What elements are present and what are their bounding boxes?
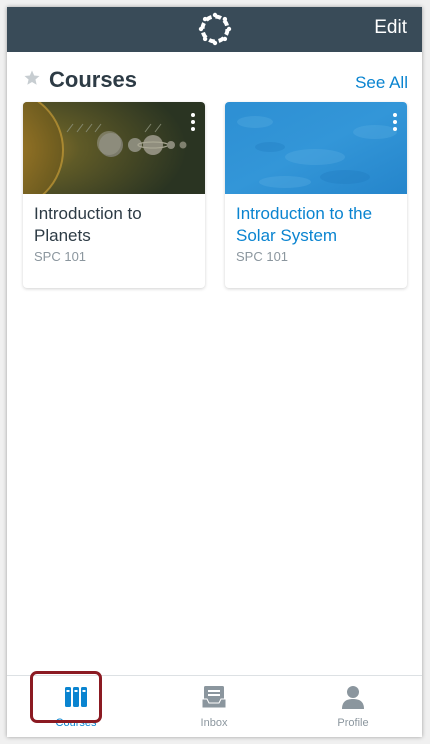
tab-profile-label: Profile bbox=[337, 717, 369, 729]
courses-tab-highlight-annotation bbox=[30, 671, 102, 723]
section-title: Courses bbox=[49, 67, 138, 92]
see-all-link[interactable]: See All bbox=[355, 73, 408, 93]
course-image-planets bbox=[23, 102, 205, 194]
tab-inbox[interactable]: Inbox bbox=[145, 676, 283, 737]
course-code: SPC 101 bbox=[236, 249, 289, 264]
canvas-logo-icon bbox=[198, 12, 232, 46]
tab-profile[interactable]: Profile bbox=[284, 676, 422, 737]
inbox-icon bbox=[201, 686, 227, 709]
course-title: Introduction to Planets bbox=[34, 204, 142, 245]
tab-inbox-label: Inbox bbox=[200, 717, 228, 729]
course-title: Introduction to the Solar System bbox=[236, 204, 373, 245]
course-code: SPC 101 bbox=[34, 249, 87, 264]
top-navigation-bar: Edit bbox=[7, 7, 422, 52]
course-options-menu-icon[interactable] bbox=[187, 112, 199, 132]
course-card[interactable]: Introduction to Planets SPC 101 bbox=[23, 102, 205, 288]
course-card[interactable]: Introduction to the Solar System SPC 101 bbox=[225, 102, 407, 288]
course-image-blue bbox=[225, 102, 407, 194]
courses-section-header: Courses See All bbox=[7, 65, 422, 99]
profile-icon bbox=[342, 686, 364, 709]
edit-button[interactable]: Edit bbox=[374, 17, 407, 39]
star-icon[interactable] bbox=[23, 69, 41, 87]
course-options-menu-icon[interactable] bbox=[389, 112, 401, 132]
app-screen: Edit Courses See All Introduction to Pla… bbox=[7, 7, 422, 737]
